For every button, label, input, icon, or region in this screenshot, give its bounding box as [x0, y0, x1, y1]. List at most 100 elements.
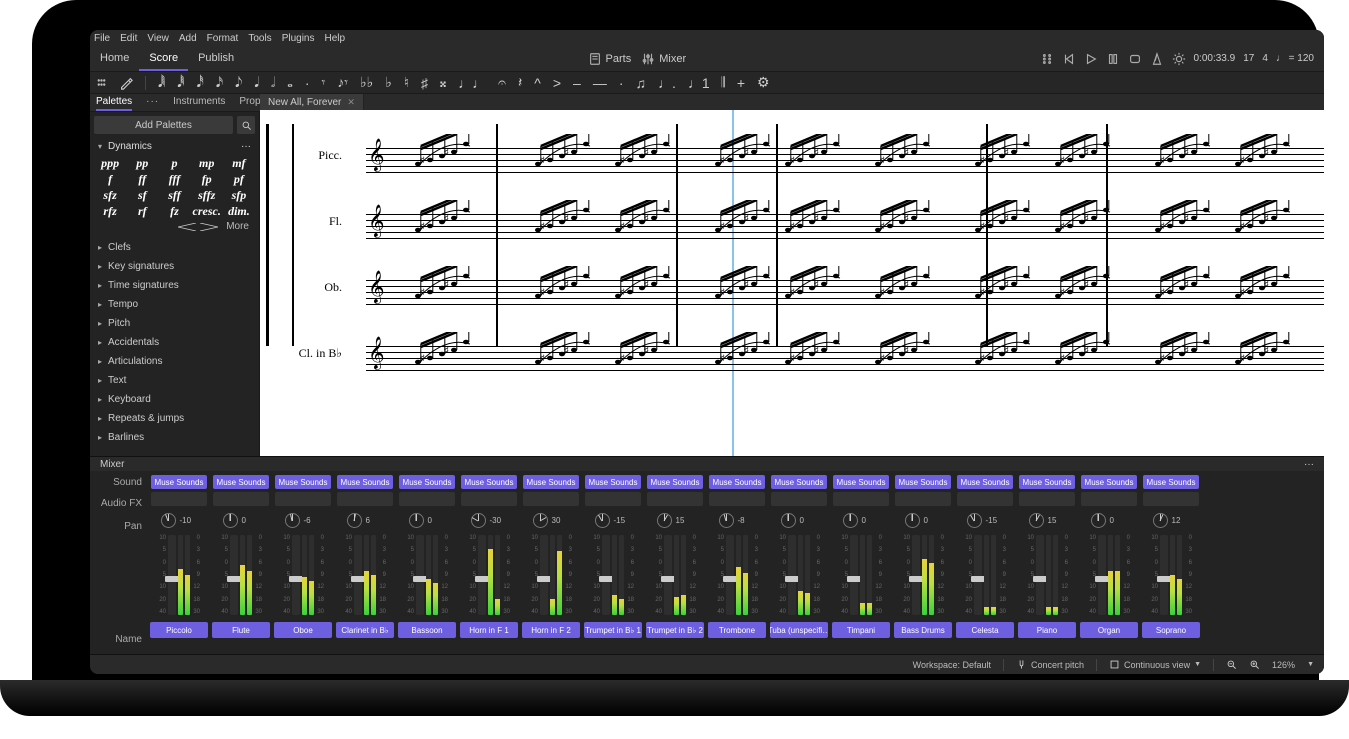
palette-category[interactable]: Repeats & jumps [90, 409, 259, 428]
dynamic-pf[interactable]: pf [223, 171, 255, 187]
volume-fader[interactable] [788, 535, 796, 615]
volume-fader[interactable] [168, 535, 176, 615]
sound-selector[interactable]: Muse Sounds [833, 475, 889, 489]
panel-tab-instruments[interactable]: Instruments [173, 96, 225, 111]
note-tool-25[interactable]: ♩. [658, 75, 676, 91]
note-tool-26[interactable]: ♩1 [688, 75, 710, 91]
pan-knob[interactable] [347, 513, 362, 528]
track-name[interactable]: Horn in F 1 [460, 622, 518, 638]
palette-category[interactable]: Accidentals [90, 333, 259, 352]
sound-selector[interactable]: Muse Sounds [1081, 475, 1137, 489]
dynamic-sfp[interactable]: sfp [223, 187, 255, 203]
palette-category[interactable]: Key signatures [90, 257, 259, 276]
sound-selector[interactable]: Muse Sounds [461, 475, 517, 489]
zoom-value[interactable]: 126% [1272, 660, 1295, 670]
note-tool-21[interactable]: – [573, 75, 581, 91]
volume-fader[interactable] [1036, 535, 1044, 615]
dynamic-mp[interactable]: mp [191, 155, 223, 171]
sound-selector[interactable]: Muse Sounds [399, 475, 455, 489]
audio-fx-slot[interactable] [213, 492, 269, 506]
track-name[interactable]: Celesta [956, 622, 1014, 638]
pan-knob[interactable] [657, 513, 672, 528]
crescendo-icon[interactable] [178, 223, 218, 231]
palette-category[interactable]: Text [90, 371, 259, 390]
note-tool-13[interactable]: ♮ [404, 74, 409, 91]
audio-fx-slot[interactable] [895, 492, 951, 506]
sound-selector[interactable]: Muse Sounds [647, 475, 703, 489]
dynamic-sff[interactable]: sff [158, 187, 190, 203]
note-tool-15[interactable]: 𝄪 [440, 74, 446, 91]
note-tool-1[interactable]: 𝅘𝅥𝅱 [177, 74, 184, 91]
track-name[interactable]: Soprano [1142, 622, 1200, 638]
track-name[interactable]: Trumpet in B♭ 2 [646, 622, 704, 638]
dots-icon[interactable]: ··· [146, 96, 159, 111]
note-tool-28[interactable]: + [737, 75, 745, 91]
view-mode-selector[interactable]: Continuous view▼ [1109, 659, 1201, 670]
volume-fader[interactable] [912, 535, 920, 615]
zoom-in-icon[interactable] [1249, 659, 1260, 670]
play-icon[interactable] [1084, 52, 1098, 66]
palette-category[interactable]: Keyboard [90, 390, 259, 409]
pan-knob[interactable] [471, 513, 486, 528]
dynamic-cresc[interactable]: cresc. [191, 203, 223, 219]
note-tool-27[interactable]: 𝄂 [722, 74, 725, 91]
sound-selector[interactable]: Muse Sounds [1143, 475, 1199, 489]
note-tool-7[interactable]: 𝅝 [287, 74, 293, 91]
menu-plugins[interactable]: Plugins [282, 33, 315, 44]
audio-fx-slot[interactable] [585, 492, 641, 506]
pan-knob[interactable] [1091, 513, 1106, 528]
grip-icon[interactable] [96, 77, 107, 88]
palette-category[interactable]: Clefs [90, 238, 259, 257]
grip-icon[interactable] [1040, 52, 1054, 66]
audio-fx-slot[interactable] [461, 492, 517, 506]
note-tool-14[interactable]: ♯ [421, 75, 428, 91]
audio-fx-slot[interactable] [771, 492, 827, 506]
volume-fader[interactable] [602, 535, 610, 615]
audio-fx-slot[interactable] [1019, 492, 1075, 506]
concert-pitch-toggle[interactable]: Concert pitch [1016, 659, 1084, 670]
loop-icon[interactable] [1128, 52, 1142, 66]
tab-score[interactable]: Score [139, 46, 188, 71]
dynamic-fz[interactable]: fz [158, 203, 190, 219]
track-name[interactable]: Bassoon [398, 622, 456, 638]
dynamic-ff[interactable]: ff [126, 171, 158, 187]
note-tool-8[interactable]: · [305, 75, 310, 91]
audio-fx-slot[interactable] [275, 492, 331, 506]
pan-knob[interactable] [409, 513, 424, 528]
audio-fx-slot[interactable] [709, 492, 765, 506]
pan-knob[interactable] [719, 513, 734, 528]
menu-view[interactable]: View [147, 33, 169, 44]
volume-fader[interactable] [540, 535, 548, 615]
note-tool-4[interactable]: 𝅘𝅥𝅮 [235, 74, 242, 91]
track-name[interactable]: Clarinet in B♭ [336, 622, 394, 638]
workspace-selector[interactable]: Workspace: Default [913, 660, 991, 670]
pan-knob[interactable] [285, 513, 300, 528]
note-tool-9[interactable]: 𝄾 [322, 74, 326, 91]
note-tool-23[interactable]: · [619, 75, 624, 91]
sound-selector[interactable]: Muse Sounds [585, 475, 641, 489]
tab-publish[interactable]: Publish [188, 46, 244, 71]
sound-selector[interactable]: Muse Sounds [1019, 475, 1075, 489]
volume-fader[interactable] [974, 535, 982, 615]
dynamics-header[interactable]: Dynamics ··· [90, 138, 259, 155]
volume-fader[interactable] [230, 535, 238, 615]
note-tool-11[interactable]: ♭♭ [360, 74, 373, 91]
audio-fx-slot[interactable] [523, 492, 579, 506]
track-name[interactable]: Timpani [832, 622, 890, 638]
track-name[interactable]: Oboe [274, 622, 332, 638]
palette-category[interactable]: Articulations [90, 352, 259, 371]
dynamic-rf[interactable]: rf [126, 203, 158, 219]
sound-selector[interactable]: Muse Sounds [709, 475, 765, 489]
pan-knob[interactable] [967, 513, 982, 528]
pan-knob[interactable] [161, 513, 176, 528]
track-name[interactable]: Horn in F 2 [522, 622, 580, 638]
palette-category[interactable]: Tempo [90, 295, 259, 314]
menu-tools[interactable]: Tools [248, 33, 271, 44]
volume-fader[interactable] [416, 535, 424, 615]
note-tool-29[interactable]: ⚙ [757, 74, 770, 91]
sound-selector[interactable]: Muse Sounds [895, 475, 951, 489]
volume-fader[interactable] [664, 535, 672, 615]
menu-file[interactable]: File [94, 33, 110, 44]
parts-button[interactable]: Parts [588, 52, 632, 66]
audio-fx-slot[interactable] [833, 492, 889, 506]
